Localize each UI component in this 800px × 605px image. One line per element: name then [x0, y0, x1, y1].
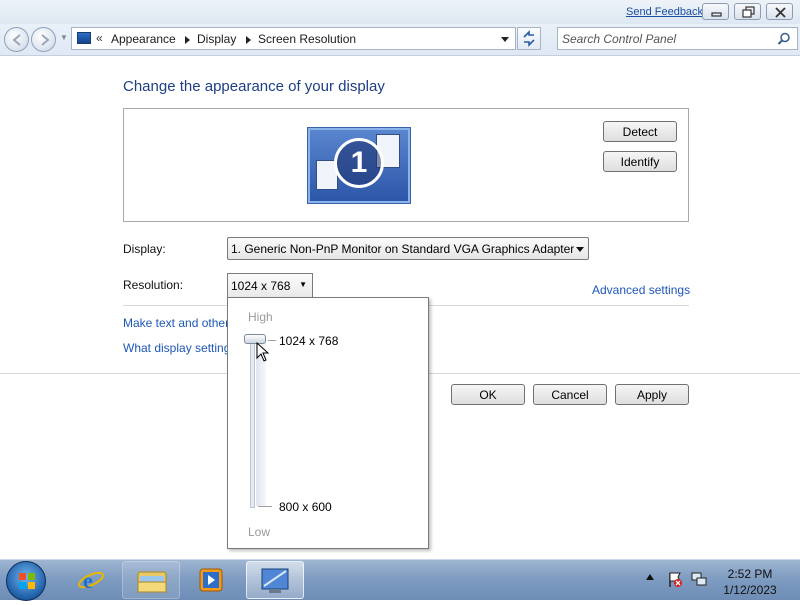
chevron-down-icon: [576, 247, 584, 252]
clock-date: 1/12/2023: [723, 583, 777, 597]
minimize-button[interactable]: [702, 3, 729, 20]
display-preview-area: 1 Detect Identify: [123, 108, 689, 222]
clock-time: 2:52 PM: [727, 567, 773, 581]
control-panel-icon: [261, 568, 289, 593]
refresh-button[interactable]: [517, 27, 541, 50]
high-label: High: [248, 310, 273, 324]
close-button[interactable]: [766, 3, 793, 20]
navigation-bar: ▼ « Appearance Display Screen Resolution: [0, 24, 800, 56]
resolution-dropdown-popup: High 1024 x 768 800 x 600 Low: [227, 297, 429, 549]
monitor-1-thumbnail[interactable]: 1: [308, 128, 410, 203]
resolution-label: Resolution:: [123, 278, 184, 292]
slider-tick: [258, 506, 272, 507]
back-arrow-icon: [12, 34, 21, 46]
taskbar-media-player[interactable]: [182, 561, 240, 599]
resolution-select[interactable]: 1024 x 768 ▼: [227, 273, 313, 297]
breadcrumb-screen-resolution[interactable]: Screen Resolution: [258, 32, 356, 46]
internet-explorer-icon: e: [78, 568, 104, 593]
display-select[interactable]: 1. Generic Non-PnP Monitor on Standard V…: [227, 237, 589, 260]
address-overflow-icon[interactable]: «: [96, 31, 103, 45]
folder-icon: [137, 571, 167, 593]
control-panel-icon: [77, 32, 91, 44]
system-clock[interactable]: 2:52 PM 1/12/2023: [718, 566, 782, 598]
resolution-option-min[interactable]: 800 x 600: [279, 500, 332, 514]
address-dropdown-icon[interactable]: [501, 37, 509, 42]
mouse-pointer-icon: [256, 342, 270, 362]
text-size-link[interactable]: Make text and other: [123, 316, 229, 330]
low-label: Low: [248, 525, 271, 539]
taskbar-control-panel[interactable]: [246, 561, 304, 599]
restore-button[interactable]: [734, 3, 761, 20]
detect-button[interactable]: Detect: [603, 121, 677, 142]
advanced-settings-link[interactable]: Advanced settings: [592, 283, 690, 297]
search-input[interactable]: [562, 31, 772, 47]
slider-range-fill: [256, 342, 266, 506]
identify-button[interactable]: Identify: [603, 151, 677, 172]
minimize-icon: [711, 12, 722, 17]
resolution-select-value: 1024 x 768: [231, 279, 291, 293]
send-feedback-link[interactable]: Send Feedback: [626, 6, 703, 18]
search-icon[interactable]: [777, 32, 791, 46]
chevron-down-icon: ▼: [299, 280, 307, 289]
search-box[interactable]: [557, 27, 798, 50]
breadcrumb-chevron-icon[interactable]: [246, 36, 251, 44]
start-button[interactable]: [6, 561, 46, 601]
display-settings-help-link[interactable]: What display setting: [123, 341, 230, 355]
recent-pages-dropdown-icon[interactable]: ▼: [60, 33, 68, 42]
breadcrumb-display[interactable]: Display: [197, 32, 236, 46]
breadcrumb-appearance[interactable]: Appearance: [111, 32, 176, 46]
breadcrumb-chevron-icon[interactable]: [185, 36, 190, 44]
display-select-value: 1. Generic Non-PnP Monitor on Standard V…: [231, 242, 575, 256]
slider-tick: [268, 340, 276, 341]
close-icon: [775, 7, 786, 18]
taskbar: e 2:52 PM 1/12/2023: [0, 559, 800, 601]
back-button[interactable]: [4, 27, 29, 52]
monitor-number-badge: 1: [334, 138, 384, 188]
refresh-icon: [523, 30, 535, 47]
action-center-flag-icon[interactable]: [667, 571, 683, 589]
cancel-button[interactable]: Cancel: [533, 384, 607, 405]
taskbar-internet-explorer[interactable]: e: [62, 561, 120, 599]
address-bar[interactable]: « Appearance Display Screen Resolution: [71, 27, 516, 50]
forward-button[interactable]: [31, 27, 56, 52]
restore-icon: [742, 6, 755, 18]
display-label: Display:: [123, 242, 166, 256]
page-title: Change the appearance of your display: [123, 78, 385, 95]
media-player-icon: [199, 568, 223, 592]
windows-logo-icon: [19, 573, 35, 589]
taskbar-windows-explorer[interactable]: [122, 561, 180, 599]
network-icon[interactable]: [690, 571, 708, 589]
show-hidden-icons-chevron-icon[interactable]: [646, 574, 654, 580]
resolution-slider-track[interactable]: [250, 340, 255, 508]
svg-text:e: e: [83, 568, 93, 593]
forward-arrow-icon: [41, 34, 50, 46]
resolution-option-max[interactable]: 1024 x 768: [279, 334, 338, 348]
apply-button[interactable]: Apply: [615, 384, 689, 405]
window-titlebar: Send Feedback: [0, 0, 800, 24]
ok-button[interactable]: OK: [451, 384, 525, 405]
